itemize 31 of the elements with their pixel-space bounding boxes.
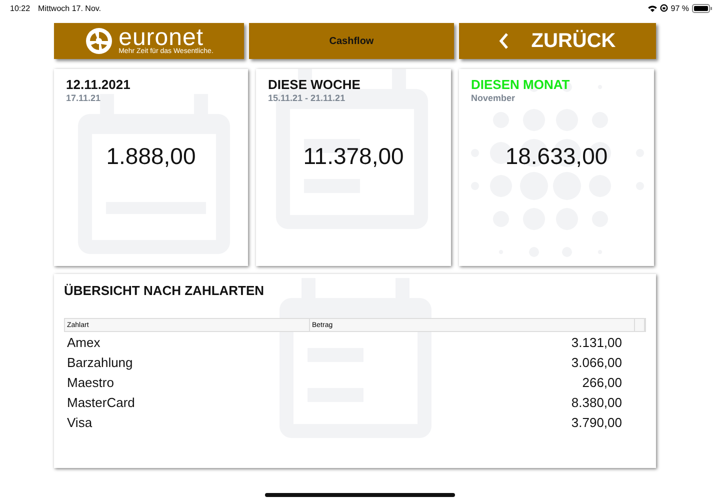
card-amount: 18.633,00	[504, 143, 609, 170]
table-cell: Visa	[67, 414, 92, 430]
table-cell: MasterCard	[67, 394, 135, 410]
back-button[interactable]: ZURÜCK	[459, 23, 656, 59]
lock-rotation-icon	[660, 4, 668, 12]
table-cell: 3.131,00	[571, 334, 622, 350]
table-cell: 8.380,00	[571, 394, 622, 410]
card-amount: 1.888,00	[105, 143, 197, 170]
table-cell: 3.790,00	[571, 414, 622, 430]
battery-percent: 97 %	[670, 4, 689, 12]
card-title: 12.11.2021	[66, 77, 132, 92]
card-subtitle: 17.11.21	[66, 93, 102, 103]
table-cell: 3.066,00	[571, 354, 622, 370]
cashflow-button[interactable]: Cashflow	[249, 23, 454, 59]
overview-title: ÜBERSICHT NACH ZAHLARTEN	[64, 283, 266, 298]
wifi-icon	[648, 4, 657, 12]
card-title: DIESE WOCHE	[268, 77, 362, 92]
logo-name: euronet	[118, 28, 204, 48]
table-cell: Maestro	[67, 374, 114, 390]
battery-icon	[692, 4, 712, 12]
status-date: Mittwoch 17. Nov.	[38, 4, 102, 12]
status-time: 10:22	[10, 4, 30, 12]
card-subtitle: November	[471, 93, 516, 103]
card-title: DIESEN MONAT	[471, 77, 571, 92]
chevron-left-icon	[499, 33, 510, 49]
logo-icon	[84, 27, 113, 55]
table-cell: 266,00	[582, 374, 622, 390]
table-cell: Amex	[67, 334, 100, 350]
card-subtitle: 15.11.21 - 21.11.21	[268, 93, 346, 103]
card-amount: 11.378,00	[302, 143, 405, 170]
table-cell: Barzahlung	[67, 354, 133, 370]
